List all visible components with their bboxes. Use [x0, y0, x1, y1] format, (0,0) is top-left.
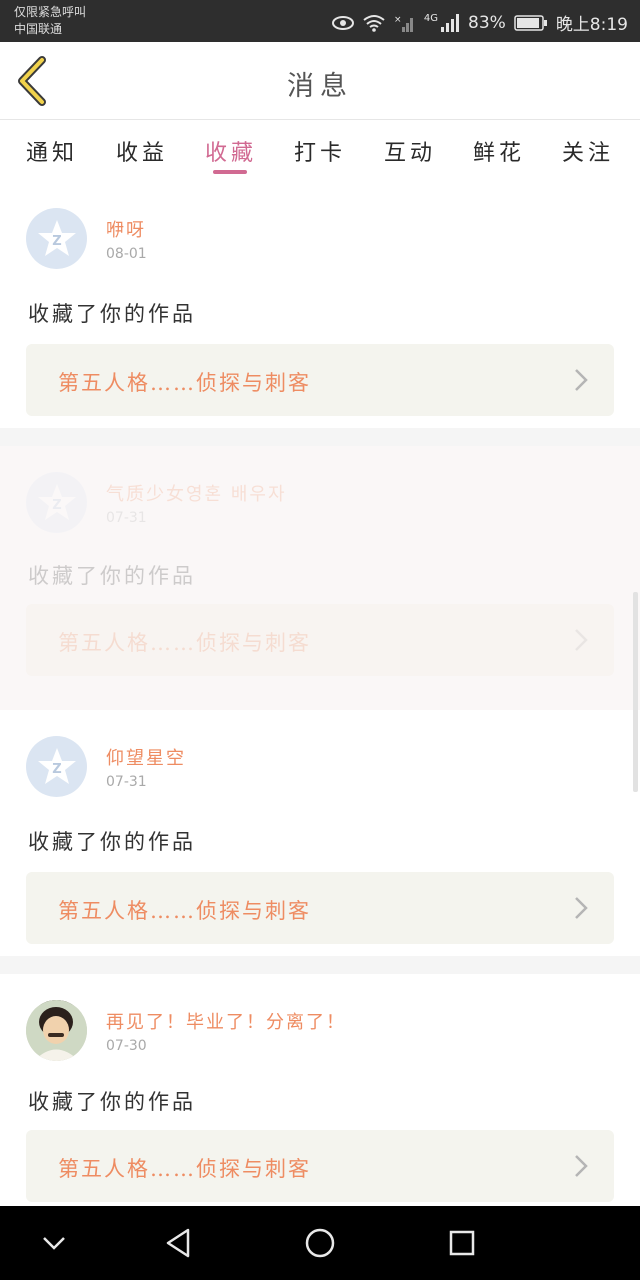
- tab-notifications[interactable]: 通知: [12, 135, 92, 167]
- work-title: 第五人格……侦探与刺客: [58, 899, 311, 923]
- qq-avatar-icon: Z: [37, 747, 76, 784]
- emergency-text: 仅限紧急呼叫: [14, 5, 87, 19]
- tab-checkin[interactable]: 打卡: [280, 135, 360, 167]
- tab-flowers[interactable]: 鲜花: [459, 135, 539, 167]
- recents-square-icon: [449, 1230, 475, 1256]
- svg-text:×: ×: [394, 15, 402, 25]
- title-bar: 消息: [0, 42, 640, 120]
- back-triangle-icon: [166, 1228, 190, 1258]
- user-photo-icon: [26, 1000, 87, 1061]
- chevron-right-icon: [575, 369, 588, 391]
- username[interactable]: 气质少女영혼 배우자: [106, 480, 287, 506]
- tab-earnings[interactable]: 收益: [102, 135, 182, 167]
- page-title: 消息: [287, 71, 353, 102]
- message-item: Z 仰望星空 07-31 收藏了你的作品 第五人格……侦探与刺客: [0, 714, 640, 956]
- scrollbar[interactable]: [633, 592, 638, 792]
- qq-avatar-icon: Z: [37, 219, 76, 256]
- svg-text:Z: Z: [52, 498, 61, 513]
- tab-favorites[interactable]: 收藏: [191, 135, 271, 167]
- chevron-right-icon: [575, 629, 588, 651]
- carrier-name: 中国联通: [14, 22, 63, 36]
- username[interactable]: 咿呀: [106, 216, 146, 242]
- message-action: 收藏了你的作品: [28, 1090, 196, 1114]
- work-title: 第五人格……侦探与刺客: [58, 631, 311, 655]
- battery-icon: [514, 14, 548, 32]
- message-action: 收藏了你的作品: [28, 564, 196, 588]
- tab-interaction[interactable]: 互动: [370, 135, 450, 167]
- message-action: 收藏了你的作品: [28, 302, 196, 326]
- message-item: Z 气质少女영혼 배우자 07-31 收藏了你的作品 第五人格……侦探与刺客: [0, 446, 640, 710]
- home-nav-button[interactable]: [300, 1226, 340, 1260]
- message-item: 再见了！毕业了！分离了！ 07-30 收藏了你的作品 第五人格……侦探与刺客: [0, 974, 640, 1206]
- chevron-right-icon: [575, 897, 588, 919]
- navigation-bar: [0, 1206, 640, 1280]
- work-link[interactable]: 第五人格……侦探与刺客: [26, 604, 614, 676]
- message-date: 07-30: [106, 1038, 147, 1054]
- work-link[interactable]: 第五人格……侦探与刺客: [26, 872, 614, 944]
- message-date: 07-31: [106, 510, 147, 526]
- qq-avatar-icon: Z: [37, 483, 76, 520]
- svg-text:Z: Z: [52, 234, 61, 249]
- work-link[interactable]: 第五人格……侦探与刺客: [26, 344, 614, 416]
- tab-bar: 通知 收益 收藏 打卡 互动 鲜花 关注: [0, 121, 640, 181]
- username[interactable]: 再见了！毕业了！分离了！: [106, 1008, 346, 1034]
- work-link[interactable]: 第五人格……侦探与刺客: [26, 1130, 614, 1202]
- home-circle-icon: [305, 1228, 335, 1258]
- recents-nav-button[interactable]: [442, 1226, 482, 1260]
- active-tab-indicator: [213, 170, 247, 174]
- network-type: 4G: [423, 12, 439, 24]
- eye-icon: [331, 15, 354, 31]
- carrier-info: 仅限紧急呼叫 中国联通: [14, 4, 86, 38]
- divider: [0, 428, 640, 446]
- avatar[interactable]: Z: [26, 208, 87, 269]
- message-item: Z 咿呀 08-01 收藏了你的作品 第五人格……侦探与刺客: [0, 186, 640, 428]
- message-date: 07-31: [106, 774, 147, 790]
- hide-nav-button[interactable]: [34, 1226, 74, 1260]
- wifi-icon: [362, 14, 386, 32]
- username[interactable]: 仰望星空: [106, 744, 186, 770]
- message-date: 08-01: [106, 246, 147, 262]
- signal-icon: 4G: [424, 13, 460, 33]
- message-action: 收藏了你的作品: [28, 830, 196, 854]
- avatar[interactable]: Z: [26, 472, 87, 533]
- svg-text:Z: Z: [52, 762, 61, 777]
- divider: [0, 956, 640, 974]
- work-title: 第五人格……侦探与刺客: [58, 371, 311, 395]
- battery-percent: 83%: [468, 12, 506, 33]
- signal-off-icon: ×: [394, 13, 416, 33]
- status-icons: × 4G 83% 晚上8:19: [331, 10, 628, 35]
- chevron-down-icon: [43, 1237, 65, 1250]
- status-bar: 仅限紧急呼叫 中国联通 × 4G 83% 晚上8:19: [0, 0, 640, 42]
- tab-following[interactable]: 关注: [548, 135, 628, 167]
- clock: 晚上8:19: [555, 15, 628, 35]
- avatar[interactable]: [26, 1000, 87, 1061]
- avatar[interactable]: Z: [26, 736, 87, 797]
- work-title: 第五人格……侦探与刺客: [58, 1157, 311, 1181]
- back-nav-button[interactable]: [158, 1226, 198, 1260]
- chevron-right-icon: [575, 1155, 588, 1177]
